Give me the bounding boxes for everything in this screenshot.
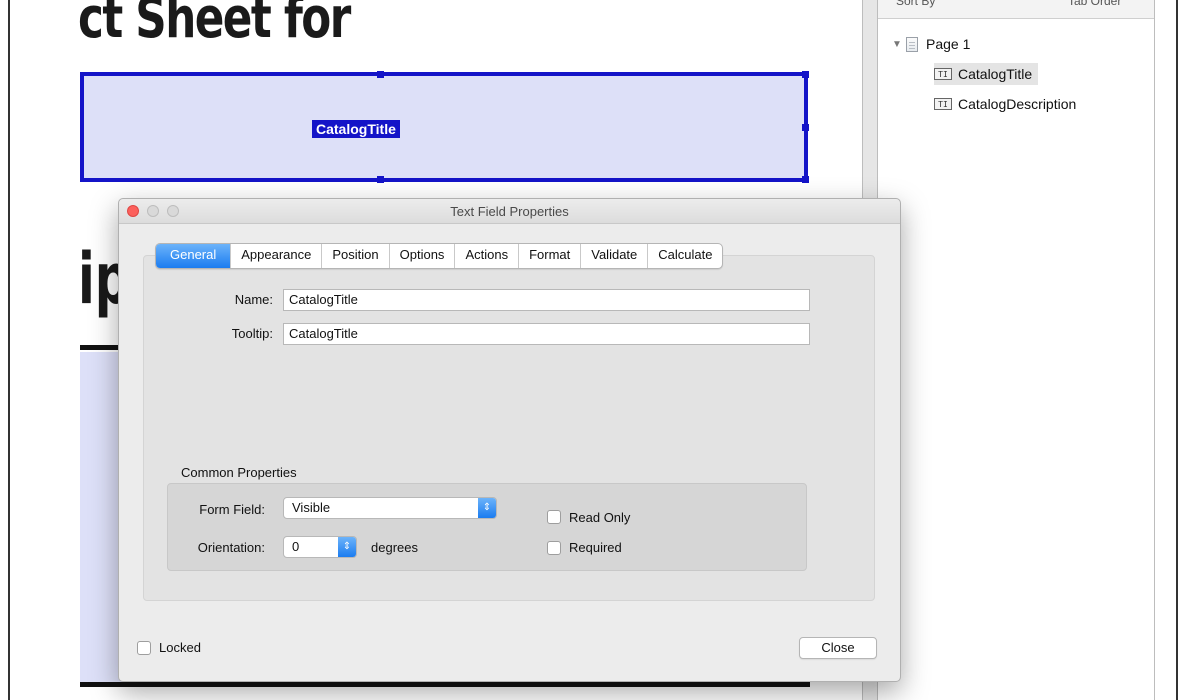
text-field-icon: TI [934,68,952,80]
form-field-select-value: Visible [292,500,331,515]
divider-rule [80,682,810,687]
tree-item-catalog-title[interactable]: TI CatalogTitle [934,63,1039,85]
sort-by-label[interactable]: Sort By [896,0,935,8]
fields-panel: Sort By Tab Order ▼ Page 1 TI CatalogTit… [878,0,1155,700]
window-frame-left [0,0,10,700]
orientation-select[interactable]: 0 ⇕ [283,536,357,558]
dialog-title: Text Field Properties [450,204,569,219]
text-field-icon: TI [934,98,952,110]
tab-bar: General Appearance Position Options Acti… [155,243,724,269]
orientation-select-value: 0 [292,539,300,554]
fields-panel-header[interactable]: Sort By Tab Order [878,0,1154,19]
tab-actions[interactable]: Actions [455,244,520,268]
close-button[interactable]: Close [799,637,877,659]
dialog-titlebar[interactable]: Text Field Properties [119,199,900,224]
common-properties-title: Common Properties [181,465,297,480]
tab-calculate[interactable]: Calculate [648,244,722,268]
tab-position[interactable]: Position [322,244,390,268]
tooltip-field[interactable]: CatalogTitle [283,323,810,345]
text-field-properties-dialog: Text Field Properties General Appearance… [118,198,901,682]
window-frame-right [1176,0,1186,700]
tree-item-catalog-description[interactable]: TI CatalogDescription [934,93,1076,115]
chevron-updown-icon: ⇕ [478,498,496,518]
degrees-label: degrees [371,540,418,555]
required-checkbox[interactable] [547,541,561,555]
tree-item-label: CatalogTitle [958,66,1033,82]
orientation-label: Orientation: [197,540,265,555]
tab-order-label[interactable]: Tab Order [1068,0,1121,8]
tree-row-label: Page 1 [926,36,971,52]
catalog-title-field[interactable] [80,71,809,183]
name-label: Name: [234,292,273,307]
tooltip-label: Tooltip: [231,326,273,341]
document-heading: ct Sheet for [78,0,351,51]
tree-item-label: CatalogDescription [958,96,1077,112]
read-only-checkbox[interactable] [547,510,561,524]
locked-checkbox[interactable] [137,641,151,655]
resize-handle-bottom[interactable] [377,176,384,183]
resize-handle-top[interactable] [377,71,384,78]
tree-row-page-1[interactable]: ▼ Page 1 [888,33,970,55]
resize-handle-bottom-right[interactable] [802,176,809,183]
form-field-label: Form Field: [199,502,265,517]
tab-options[interactable]: Options [390,244,456,268]
resize-handle-top-right[interactable] [802,71,809,78]
name-field[interactable]: CatalogTitle [283,289,810,311]
tab-general[interactable]: General [156,244,232,268]
tab-validate[interactable]: Validate [581,244,649,268]
tab-format[interactable]: Format [519,244,582,268]
page-icon [906,36,918,52]
disclosure-triangle-icon[interactable]: ▼ [888,39,906,50]
required-label[interactable]: Required [569,540,622,555]
tab-appearance[interactable]: Appearance [231,244,323,268]
form-field-select[interactable]: Visible ⇕ [283,497,497,519]
locked-label[interactable]: Locked [159,640,201,655]
field-name-tag: CatalogTitle [312,120,400,138]
read-only-label[interactable]: Read Only [569,510,630,525]
chevron-updown-icon: ⇕ [338,537,356,557]
resize-handle-right[interactable] [802,124,809,131]
